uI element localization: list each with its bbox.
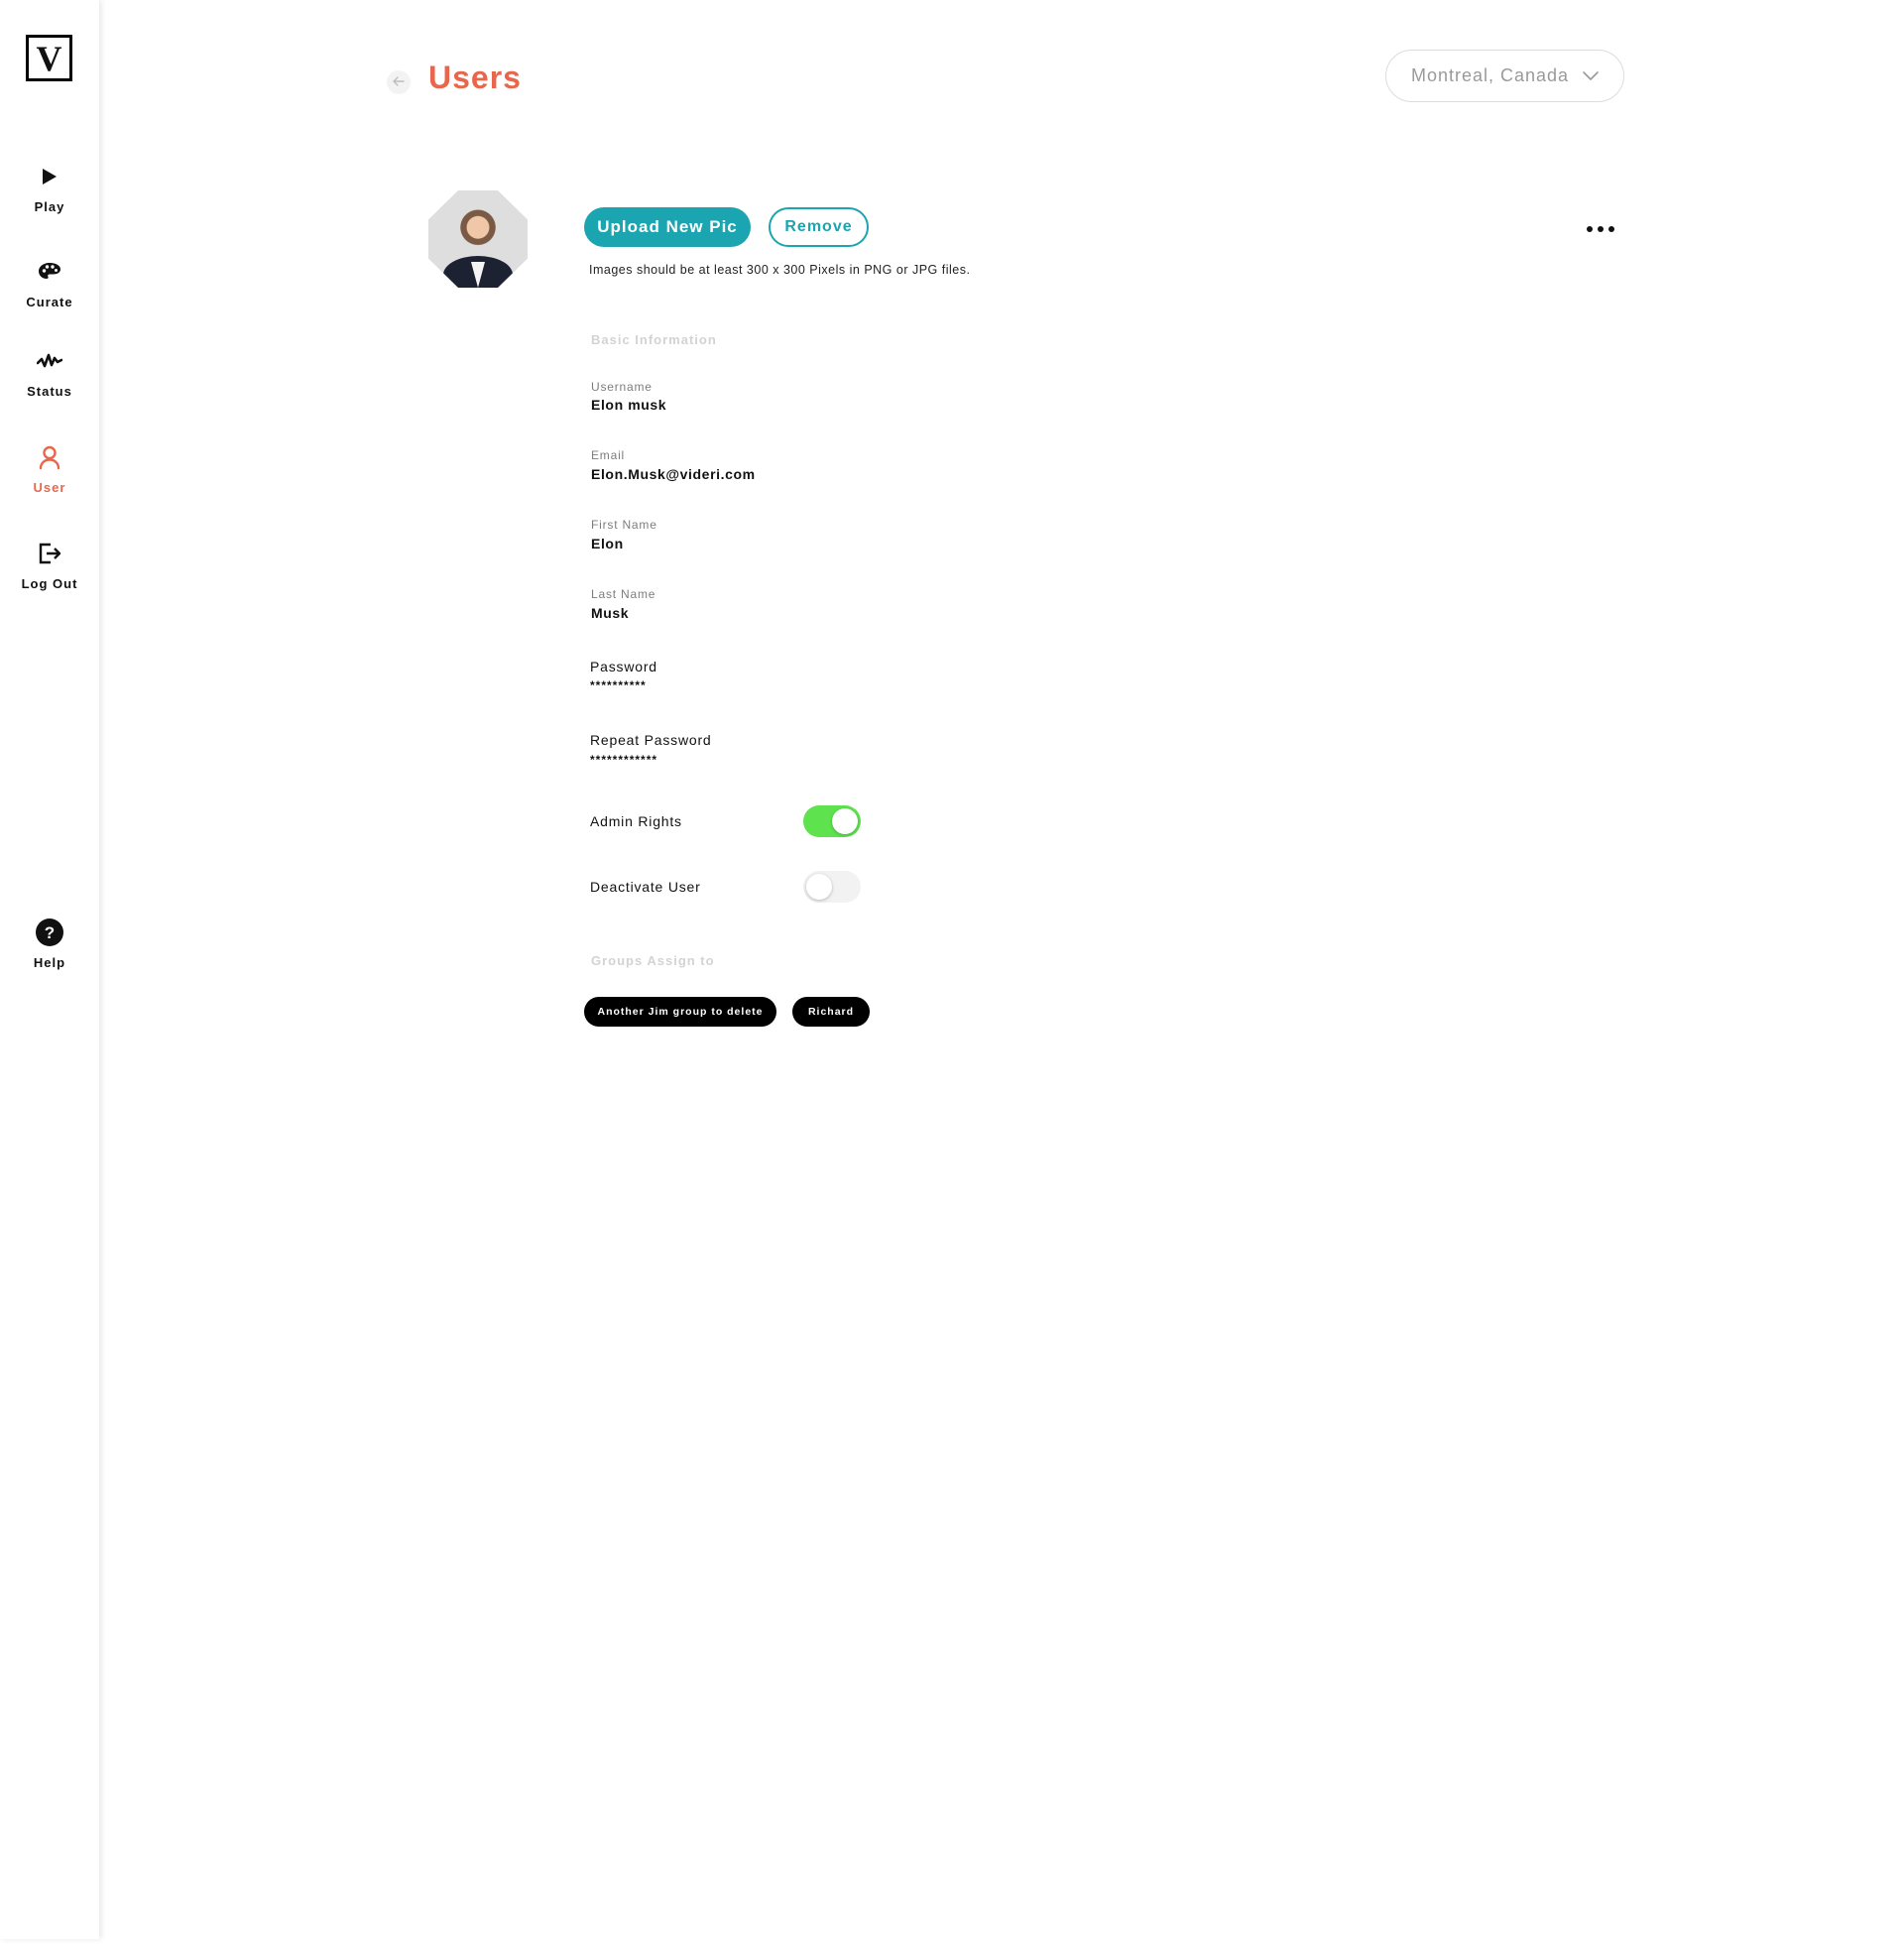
palette-icon xyxy=(35,257,64,287)
sidebar: V Play Curate Status User Log Out ? Help xyxy=(0,0,99,1939)
email-label: Email xyxy=(591,448,626,462)
page-title: Users xyxy=(428,60,522,95)
admin-rights-toggle[interactable] xyxy=(803,805,861,837)
repeat-password-label: Repeat Password xyxy=(590,732,712,748)
first-name-value[interactable]: Elon xyxy=(591,536,624,551)
toggle-knob xyxy=(832,808,858,834)
username-label: Username xyxy=(591,380,653,394)
dot xyxy=(1598,226,1604,232)
last-name-label: Last Name xyxy=(591,587,656,601)
help-icon: ? xyxy=(35,917,64,947)
group-chip[interactable]: Richard xyxy=(792,997,870,1027)
sidebar-item-status[interactable]: Status xyxy=(0,346,99,399)
pulse-icon xyxy=(35,346,64,376)
app-logo[interactable]: V xyxy=(26,35,72,81)
logo-letter: V xyxy=(36,38,62,78)
sidebar-item-curate[interactable]: Curate xyxy=(0,257,99,309)
sidebar-item-help[interactable]: ? Help xyxy=(0,917,99,970)
repeat-password-value[interactable]: ************ xyxy=(590,753,657,767)
avatar xyxy=(428,190,528,288)
logout-icon xyxy=(35,539,64,568)
more-options-icon[interactable] xyxy=(1587,222,1614,236)
password-label: Password xyxy=(590,659,657,674)
chevron-down-icon xyxy=(1583,65,1599,86)
dot xyxy=(1608,226,1614,232)
upload-hint: Images should be at least 300 x 300 Pixe… xyxy=(589,263,971,277)
user-icon xyxy=(35,442,64,472)
sidebar-item-label: Log Out xyxy=(21,576,78,591)
svg-text:?: ? xyxy=(45,923,55,942)
sidebar-item-label: Status xyxy=(27,384,72,399)
first-name-label: First Name xyxy=(591,518,657,532)
sidebar-item-log-out[interactable]: Log Out xyxy=(0,539,99,591)
dot xyxy=(1587,226,1593,232)
sidebar-item-label: User xyxy=(33,480,66,495)
sidebar-item-label: Help xyxy=(33,955,66,970)
username-value[interactable]: Elon musk xyxy=(591,397,666,413)
back-button[interactable] xyxy=(387,70,411,94)
play-icon xyxy=(35,162,64,191)
group-chip[interactable]: Another Jim group to delete xyxy=(584,997,776,1027)
arrow-left-icon xyxy=(393,73,405,91)
sidebar-item-label: Curate xyxy=(26,295,73,309)
sidebar-item-play[interactable]: Play xyxy=(0,162,99,214)
location-dropdown-value: Montreal, Canada xyxy=(1410,65,1570,85)
deactivate-user-label: Deactivate User xyxy=(590,879,701,895)
remove-pic-button[interactable]: Remove xyxy=(769,207,869,247)
email-value[interactable]: Elon.Musk@videri.com xyxy=(591,466,756,482)
basic-information-heading: Basic Information xyxy=(591,332,717,347)
sidebar-item-label: Play xyxy=(34,199,65,214)
location-dropdown[interactable]: Montreal, Canada xyxy=(1385,50,1624,102)
sidebar-item-user[interactable]: User xyxy=(0,442,99,495)
admin-rights-label: Admin Rights xyxy=(590,813,682,829)
toggle-knob xyxy=(806,874,832,900)
groups-heading: Groups Assign to xyxy=(591,953,715,968)
last-name-value[interactable]: Musk xyxy=(591,605,629,621)
password-value[interactable]: ********** xyxy=(590,678,647,692)
upload-new-pic-button[interactable]: Upload New Pic xyxy=(584,207,751,247)
deactivate-user-toggle[interactable] xyxy=(803,871,861,903)
